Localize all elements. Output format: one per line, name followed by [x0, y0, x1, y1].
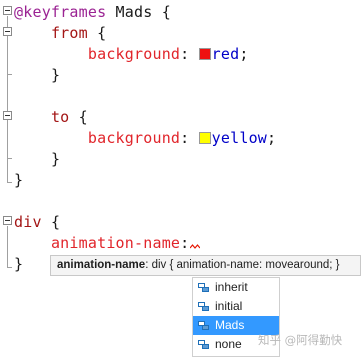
collapse-to-block-icon[interactable] [3, 111, 12, 120]
property-value-icon [198, 283, 209, 292]
error-squiggle-icon [190, 244, 201, 249]
div-selector: div [14, 213, 42, 231]
completion-item-inherit[interactable]: inherit [193, 278, 279, 297]
collapse-from-block-icon[interactable] [3, 27, 12, 36]
code-line-div[interactable]: div { [14, 212, 60, 233]
code-line-close-div[interactable]: } [14, 254, 23, 275]
quick-info-tooltip: animation-name: div { animation-name: mo… [50, 255, 361, 276]
property-name: animation-name [50, 234, 181, 252]
completion-item-label: Mads [215, 318, 245, 332]
completion-item-label: initial [215, 299, 243, 313]
code-line-close-from[interactable]: } [14, 65, 60, 86]
code-line-background-yellow[interactable]: background: yellow; [14, 128, 276, 149]
completion-item-initial[interactable]: initial [193, 297, 279, 316]
property-value-icon [198, 321, 209, 330]
at-rule-keyword: @keyframes [14, 3, 107, 21]
property-value: red [211, 45, 240, 63]
property-value-icon [198, 340, 209, 349]
watermark: 知乎 @阿得勤快 [258, 333, 343, 347]
property-name: background [87, 129, 181, 147]
code-line-keyframes[interactable]: @keyframes Mads { [14, 2, 171, 23]
tooltip-description: : div { animation-name: movearound; } [145, 259, 340, 271]
collapse-div-rule-icon[interactable] [3, 216, 12, 225]
property-name: background [87, 45, 181, 63]
red-color-swatch [198, 48, 211, 60]
code-line-close-to[interactable]: } [14, 149, 60, 170]
collapse-keyframes-icon[interactable] [3, 6, 12, 15]
completion-item-label: none [215, 337, 242, 351]
code-line-background-red[interactable]: background: red; [14, 44, 249, 65]
code-editor[interactable]: @keyframes Mads { from { background: red… [0, 0, 364, 358]
to-keyword: to [50, 108, 70, 126]
from-keyword: from [50, 24, 88, 42]
property-value-icon [198, 302, 209, 311]
keyframes-name: Mads [115, 3, 153, 21]
code-line-to[interactable]: to { [14, 107, 88, 128]
yellow-color-swatch [198, 132, 211, 144]
tooltip-property: animation-name [57, 259, 146, 271]
code-line-from[interactable]: from { [14, 23, 106, 44]
code-line-close-keyframes[interactable]: } [14, 170, 23, 191]
code-line-animation-name[interactable]: animation-name: [14, 233, 201, 254]
completion-item-label: inherit [215, 280, 248, 294]
property-value: yellow [211, 129, 268, 147]
